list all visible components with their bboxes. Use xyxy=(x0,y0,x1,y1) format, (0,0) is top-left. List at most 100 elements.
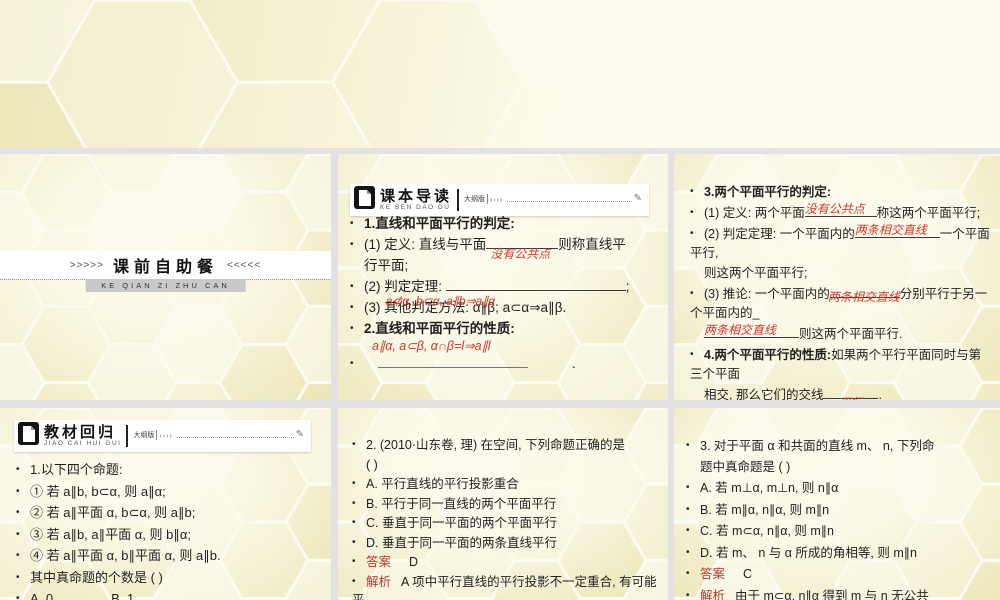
bullet-icon: • xyxy=(16,528,20,540)
fill-blank: 两条相交直线 xyxy=(828,284,900,304)
text: (1) 定义: 两个平面 xyxy=(704,206,805,220)
bullet-icon: • xyxy=(352,556,356,567)
option-d: D. 垂直于同一平面的两条直线平行 xyxy=(366,535,557,550)
text-line: • (2) 判定定理: a⊄α, b⊂α, a∥b⇒a∥α; xyxy=(350,277,658,308)
text-line: • 2. (2010·山东卷, 理) 在空间, 下列命题正确的是 xyxy=(352,436,658,455)
fill-answer: 没有公共点 xyxy=(490,247,551,261)
explanation-text: A 项中平行直线的平行投影不一定重合, 有可能平 xyxy=(352,574,657,600)
option-line: • A. 平行直线的平行投影重合 xyxy=(352,475,658,494)
bullet-icon: • xyxy=(352,439,356,450)
option-line: • A. 若 m⊥α, m⊥n, 则 n∥α xyxy=(686,478,994,499)
slide-plane-parallel[interactable]: • 3.两个平面平行的判定: • (1) 定义: 两个平面 没有公共点 称这两个平面平行… xyxy=(674,154,1000,400)
slide-content: • 2. (2010·山东卷, 理) 在空间, 下列命题正确的是 ( ) • A. … xyxy=(352,436,658,600)
slide-question-3[interactable]: • 3. 对于平面 α 和共面的直线 m、 n, 下列命 题中真命题是 ( ) •… xyxy=(674,408,1000,600)
answer-value: D xyxy=(409,555,419,569)
text: 行平面; xyxy=(364,258,409,273)
option-line: • D. 垂直于同一平面的两条直线平行 xyxy=(352,534,658,553)
text-line: • (2) 判定定理: 一个平面内的 两条相交直线 一个平面平行, xyxy=(690,223,992,263)
answer-line: • 答案 C xyxy=(686,564,994,585)
heading-text: 1.直线和平面平行的判定: xyxy=(364,216,515,231)
bullet-icon: • xyxy=(690,228,694,239)
explanation-label: 解析 xyxy=(700,588,726,600)
fill-blank: 没有公共点 xyxy=(804,202,877,217)
slide-content: • 3. 对于平面 α 和共面的直线 m、 n, 下列命 题中真命题是 ( ) •… xyxy=(686,436,994,600)
slide-question-2[interactable]: • 2. (2010·山东卷, 理) 在空间, 下列命题正确的是 ( ) • A. … xyxy=(338,408,668,600)
header-arrows-icon: ›››› xyxy=(159,433,173,440)
text: (1) 定义: 直线与平面 xyxy=(364,237,487,252)
explanation-text: 由于 m⊂α, n∥α 得到 m 与 n 无公共 xyxy=(735,588,929,600)
bullet-icon: • xyxy=(686,568,690,579)
bullet-icon: • xyxy=(16,464,20,475)
bullet-icon: • xyxy=(690,207,694,218)
header-pinyin: JIAO CAI HUI GUI xyxy=(44,440,122,447)
text-line: ( ) xyxy=(352,456,658,475)
section-header-return: 教材回归 JIAO CAI HUI GUI 大纲版 ›››› ✎ xyxy=(14,420,311,452)
text-line: • 1.直线和平面平行的判定: xyxy=(350,214,658,234)
question-stem: 3. 对于平面 α 和共面的直线 m、 n, 下列命 xyxy=(700,439,935,453)
banner-title: 课前自助餐 xyxy=(112,259,218,276)
bullet-icon: • xyxy=(352,536,356,548)
fill-blank: 平行 xyxy=(823,385,879,400)
banner-pinyin: KE QIAN ZI ZHU CAN xyxy=(85,279,246,292)
slide-content: • 3.两个平面平行的判定: • (1) 定义: 两个平面 没有公共点 称这两个平面平行… xyxy=(690,182,992,400)
bullet-icon: • xyxy=(352,575,356,587)
answer-label: 答案 xyxy=(366,555,392,569)
header-pinyin: KE BEN DAO DU xyxy=(380,204,451,211)
text: 则这两个平面平行. xyxy=(799,327,903,341)
header-title: 教材回归 xyxy=(44,424,117,441)
background-veil xyxy=(0,0,1000,148)
text: ( ) xyxy=(366,457,378,472)
text: ③ 若 a∥b, a∥平面 α, 则 b∥α; xyxy=(30,526,191,542)
text-line: 则这两个平面平行; xyxy=(690,264,992,283)
answer-label: 答案 xyxy=(700,567,726,581)
chevrons-right-icon: <<<<< xyxy=(227,259,262,271)
header-tail: 大纲版 ›››› ✎ xyxy=(459,193,642,207)
text: . xyxy=(572,356,576,371)
banner-subtitle-strip: KE QIAN ZI ZHU CAN xyxy=(0,279,331,293)
bullet-icon: • xyxy=(690,349,694,360)
fill-answer: 没有公共点 xyxy=(804,202,865,216)
bullet-icon: • xyxy=(350,323,354,334)
text: . xyxy=(878,388,882,400)
text: ; xyxy=(625,279,630,294)
text-line: • (3) 推论: 一个平面内的 两条相交直线 分别平行于另一个平面内的_ xyxy=(690,284,992,323)
slide-textbook-reading[interactable]: 课本导读 KE BEN DAO DU 大纲版 ›››› ✎ • 1.直线和平面平行… xyxy=(338,154,668,400)
option-b: B. 平行于同一直线的两个平面平行 xyxy=(366,496,557,511)
bullet-icon: • xyxy=(350,302,354,313)
fill-blank: 两条相交直线 xyxy=(704,323,799,338)
bullet-icon: • xyxy=(686,589,690,600)
text: 相交, 那么它们的交线 xyxy=(704,388,824,400)
heading-text: 4.两个平面平行的性质: xyxy=(704,348,832,362)
section-header-reading: 课本导读 KE BEN DAO DU 大纲版 ›››› ✎ xyxy=(350,184,649,216)
fill-answer: 两条相交直线 xyxy=(827,290,900,304)
option-c: C. 垂直于同一平面的两个平面平行 xyxy=(366,516,557,530)
text: 则称直线平 xyxy=(558,237,626,252)
text: (2) 判定定理: 一个平面内的 xyxy=(704,227,855,241)
text: ① 若 a∥b, b⊂α, 则 a∥α; xyxy=(30,483,166,499)
fill-blank: 两条相交直线 xyxy=(854,223,940,238)
slide-textbook-return[interactable]: 教材回归 JIAO CAI HUI GUI 大纲版 ›››› ✎ • 1.以下四个… xyxy=(0,408,331,600)
option-line: • C. 若 m⊂α, n∥α, 则 m∥n xyxy=(686,521,994,542)
section-banner: >>>>> 课前自助餐 <<<<< KE QIAN ZI ZHU CAN xyxy=(0,251,331,293)
slide-self-service-banner[interactable]: >>>>> 课前自助餐 <<<<< KE QIAN ZI ZHU CAN xyxy=(0,154,331,400)
pencil-icon: ✎ xyxy=(633,193,642,204)
text-line: •. xyxy=(350,354,658,374)
header-title-block: 教材回归 JIAO CAI HUI GUI xyxy=(44,424,129,447)
slide-previous-partial[interactable] xyxy=(0,0,1000,148)
explanation-label: 解析 xyxy=(366,574,392,589)
bullet-icon: • xyxy=(16,593,20,600)
option-a: A. 0 xyxy=(30,591,54,600)
text-line: • 3.两个平面平行的判定: xyxy=(690,182,992,202)
text: (3) 推论: 一个平面内的 xyxy=(704,287,830,301)
option-line: • C. 垂直于同一平面的两个平面平行 xyxy=(352,514,658,533)
slide-sorter-grid: >>>>> 课前自助餐 <<<<< KE QIAN ZI ZHU CAN 课本导… xyxy=(0,0,1000,600)
text-line: • 其中真命题的个数是 ( ) xyxy=(16,568,318,589)
option-line: • B. 若 m∥α, n∥α, 则 m∥n xyxy=(686,500,994,521)
heading-text: 2.直线和平面平行的性质: xyxy=(364,321,515,336)
header-tail: 大纲版 ›››› ✎ xyxy=(128,429,304,443)
fill-answer: 两条相交直线 xyxy=(854,223,927,237)
option-a: A. 若 m⊥α, m⊥n, 则 n∥α xyxy=(700,481,839,495)
text-line: • 1.以下四个命题: xyxy=(16,460,318,481)
text-line: • ① 若 a∥b, b⊂α, 则 a∥α; xyxy=(16,482,318,503)
bullet-icon: • xyxy=(16,507,20,518)
